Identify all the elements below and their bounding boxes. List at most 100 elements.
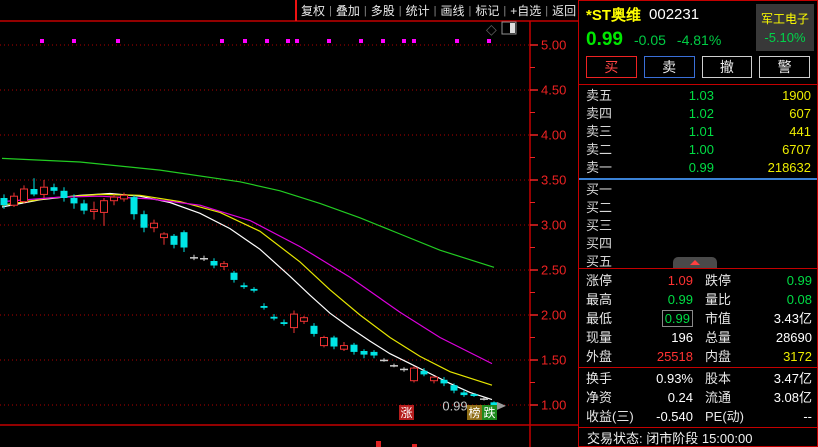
stat-cell: 量比0.08 xyxy=(698,290,817,309)
current-price-label: 0.99 xyxy=(442,398,467,413)
quote-panel: *ST奥维 002231 军工电子 -5.10% 0.99 -0.05 -4.8… xyxy=(578,0,818,447)
ask-price: 1.01 xyxy=(630,123,714,141)
chevron-up-icon xyxy=(690,260,700,265)
fin-value: -0.540 xyxy=(634,407,693,426)
toolbar-item-1[interactable]: 叠加 xyxy=(332,1,364,20)
ask-row[interactable]: 卖四1.02607 xyxy=(579,105,817,123)
diamond-marker-icon[interactable]: ◇ xyxy=(486,22,497,36)
ask-volume: 441 xyxy=(714,123,811,141)
ask-row[interactable]: 卖二1.006707 xyxy=(579,141,817,159)
stat-label: 跌停 xyxy=(705,271,731,290)
stat-row: 现量196总量28690 xyxy=(579,328,817,347)
stat-value: 196 xyxy=(612,328,693,347)
fin-cell: 换手0.93% xyxy=(579,369,698,388)
ask-row[interactable]: 卖一0.99218632 xyxy=(579,159,817,177)
fin-value: 3.08亿 xyxy=(731,388,812,407)
stat-cell: 现量196 xyxy=(579,328,698,347)
event-badge: 跌 xyxy=(483,405,495,420)
price-axis-label: 4.50 xyxy=(541,83,566,98)
bid-price xyxy=(630,199,714,217)
book-divider xyxy=(579,178,817,180)
stat-cell: 最低0.99 xyxy=(579,309,698,328)
candlestick-chart[interactable]: 5.004.504.003.503.002.502.001.501.000.99… xyxy=(0,0,578,447)
chart-toolbar: 复权|叠加|多股|统计|画线|标记|+自选|返回 xyxy=(297,0,578,21)
toolbar-item-0[interactable]: 复权 xyxy=(297,1,329,20)
stat-label: 内盘 xyxy=(705,347,731,366)
ask-price: 1.03 xyxy=(630,87,714,105)
toolbar-item-3[interactable]: 统计 xyxy=(402,1,434,20)
stat-cell: 跌停0.99 xyxy=(698,271,817,290)
stat-label: 现量 xyxy=(586,328,612,347)
fin-cell: PE(动)-- xyxy=(698,407,817,426)
stat-cell: 最高0.99 xyxy=(579,290,698,309)
fin-value: -- xyxy=(744,407,812,426)
sell-button[interactable]: 卖 xyxy=(644,56,695,78)
stat-label: 量比 xyxy=(705,290,731,309)
bid-label: 买一 xyxy=(586,181,630,199)
ask-row[interactable]: 卖三1.01441 xyxy=(579,123,817,141)
event-badge: 榜 xyxy=(468,405,480,420)
price-change-pct: -4.81% xyxy=(677,32,721,48)
toolbar-item-7[interactable]: 返回 xyxy=(548,1,580,20)
ask-label: 卖五 xyxy=(586,87,630,105)
fin-row: 净资0.24流通3.08亿 xyxy=(579,388,817,407)
toolbar-item-6[interactable]: +自选 xyxy=(506,1,545,20)
stat-value: 0.08 xyxy=(731,290,812,309)
stock-name: *ST奥维 xyxy=(586,4,641,25)
stat-value: 0.99 xyxy=(612,290,693,309)
bid-row[interactable]: 买一 xyxy=(579,181,817,199)
fin-value: 3.47亿 xyxy=(731,369,812,388)
ma-short-white xyxy=(2,194,492,400)
stat-cell: 市值3.43亿 xyxy=(698,309,817,328)
price-axis-label: 3.50 xyxy=(541,173,566,188)
price-axis-label: 3.00 xyxy=(541,218,566,233)
fin-value: 0.93% xyxy=(612,369,693,388)
bid-row[interactable]: 买四 xyxy=(579,235,817,253)
price-axis-label: 2.50 xyxy=(541,263,566,278)
price-axis-label: 1.00 xyxy=(541,398,566,413)
stat-row: 最低0.99市值3.43亿 xyxy=(579,309,817,328)
ask-price: 1.02 xyxy=(630,105,714,123)
last-price: 0.99 xyxy=(586,29,623,51)
toolbar-item-5[interactable]: 标记 xyxy=(471,1,503,20)
ask-label: 卖四 xyxy=(586,105,630,123)
fin-label: 换手 xyxy=(586,369,612,388)
bid-label: 买四 xyxy=(586,235,630,253)
buy-button[interactable]: 买 xyxy=(586,56,637,78)
event-badge: 涨 xyxy=(400,405,412,420)
cancel-button[interactable]: 撤 xyxy=(702,56,753,78)
stat-value: 1.09 xyxy=(612,271,693,290)
fin-label: 流通 xyxy=(705,388,731,407)
expand-book-chevron[interactable] xyxy=(673,257,717,268)
ask-label: 卖二 xyxy=(586,141,630,159)
ask-row[interactable]: 卖五1.031900 xyxy=(579,87,817,105)
toolbar-item-4[interactable]: 画线 xyxy=(437,1,469,20)
fin-cell: 流通3.08亿 xyxy=(698,388,817,407)
sector-name: 军工电子 xyxy=(761,10,809,27)
stat-row: 最高0.99量比0.08 xyxy=(579,290,817,309)
fin-label: 股本 xyxy=(705,369,731,388)
fin-label: 净资 xyxy=(586,388,612,407)
stat-cell: 总量28690 xyxy=(698,328,817,347)
ask-label: 卖一 xyxy=(586,159,630,177)
stock-code: 002231 xyxy=(649,6,699,23)
financials-grid: 换手0.93% 股本3.47亿净资0.24流通3.08亿收益(三)-0.540PE… xyxy=(578,367,818,428)
bid-row[interactable]: 买二 xyxy=(579,199,817,217)
bid-label: 买三 xyxy=(586,217,630,235)
stats-grid: 涨停1.09跌停0.99最高0.99量比0.08最低0.99市值3.43亿现量1… xyxy=(578,268,818,368)
fin-cell: 收益(三)-0.540 xyxy=(579,407,698,426)
bid-volume xyxy=(714,217,811,235)
bid-label: 买二 xyxy=(586,199,630,217)
panel-toggle-icon[interactable] xyxy=(501,21,518,36)
bid-price xyxy=(630,217,714,235)
bid-row[interactable]: 买三 xyxy=(579,217,817,235)
stat-row: 涨停1.09跌停0.99 xyxy=(579,271,817,290)
sector-badge[interactable]: 军工电子 -5.10% xyxy=(756,4,814,51)
stat-row: 外盘25518内盘3172 xyxy=(579,347,817,366)
stat-value: 3172 xyxy=(731,347,812,366)
alert-button[interactable]: 警 xyxy=(759,56,810,78)
ask-levels: 卖五1.031900卖四1.02607卖三1.01441卖二1.006707卖一… xyxy=(579,85,817,177)
price-change: -0.05 xyxy=(634,32,666,48)
bid-volume xyxy=(714,235,811,253)
toolbar-item-2[interactable]: 多股 xyxy=(367,1,399,20)
